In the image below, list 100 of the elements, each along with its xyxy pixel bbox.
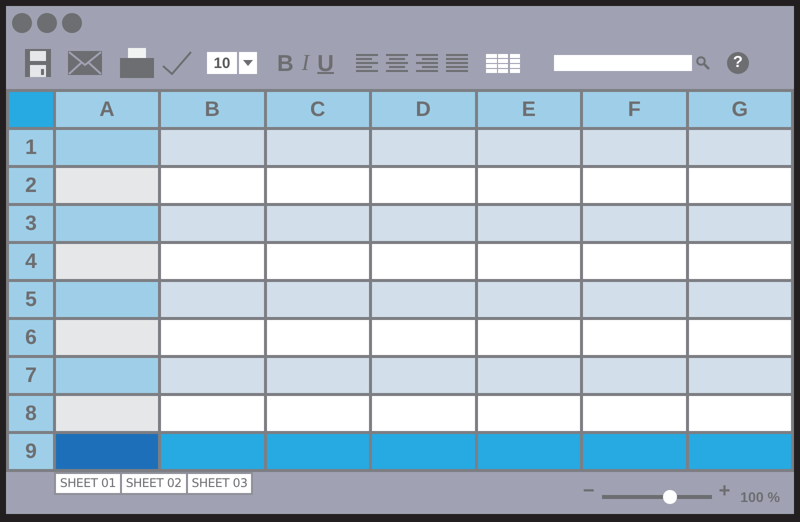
- table-cell[interactable]: [372, 396, 474, 431]
- table-cell[interactable]: [688, 168, 791, 203]
- table-cell[interactable]: [56, 244, 158, 279]
- table-cell[interactable]: [688, 244, 791, 279]
- table-cell[interactable]: [161, 320, 264, 355]
- table-cell[interactable]: [688, 206, 791, 241]
- row-header[interactable]: 8: [9, 396, 53, 431]
- table-cell[interactable]: [583, 130, 686, 165]
- table-cell[interactable]: [372, 282, 474, 317]
- table-cell[interactable]: [372, 320, 474, 355]
- row-header[interactable]: 3: [9, 206, 53, 241]
- table-cell[interactable]: [161, 206, 264, 241]
- table-cell[interactable]: [56, 282, 158, 317]
- italic-button[interactable]: I: [300, 50, 312, 76]
- table-cell[interactable]: [583, 282, 686, 317]
- table-cell[interactable]: [583, 358, 686, 393]
- table-cell[interactable]: [161, 282, 264, 317]
- table-cell[interactable]: [372, 206, 474, 241]
- table-cell[interactable]: [583, 244, 686, 279]
- mail-icon[interactable]: [68, 51, 102, 75]
- table-cell[interactable]: [478, 168, 580, 203]
- table-cell[interactable]: [372, 358, 474, 393]
- table-cell[interactable]: [161, 244, 264, 279]
- sheet-tab[interactable]: SHEET 02: [122, 474, 186, 493]
- table-cell[interactable]: [161, 358, 264, 393]
- table-cell[interactable]: [266, 206, 369, 241]
- table-cell[interactable]: [478, 434, 580, 469]
- table-cell[interactable]: [583, 206, 686, 241]
- window-control[interactable]: [62, 12, 82, 32]
- table-cell[interactable]: [56, 434, 158, 469]
- table-cell[interactable]: [161, 168, 264, 203]
- column-header[interactable]: C: [266, 92, 369, 127]
- help-button[interactable]: ?: [726, 52, 749, 74]
- table-cell[interactable]: [161, 396, 264, 431]
- align-center-icon[interactable]: [386, 54, 408, 72]
- table-cell[interactable]: [583, 320, 686, 355]
- table-cell[interactable]: [372, 130, 474, 165]
- table-cell[interactable]: [372, 244, 474, 279]
- search-icon[interactable]: [696, 56, 710, 70]
- table-cell[interactable]: [583, 434, 686, 469]
- table-cell[interactable]: [161, 130, 264, 165]
- checkmark-icon[interactable]: [162, 51, 192, 75]
- table-cell[interactable]: [583, 168, 686, 203]
- row-header[interactable]: 9: [9, 434, 53, 469]
- table-cell[interactable]: [478, 130, 580, 165]
- table-cell[interactable]: [161, 434, 264, 469]
- column-header[interactable]: E: [478, 92, 580, 127]
- table-cell[interactable]: [478, 396, 580, 431]
- table-cell[interactable]: [478, 358, 580, 393]
- row-header[interactable]: 5: [9, 282, 53, 317]
- table-cell[interactable]: [478, 282, 580, 317]
- table-cell[interactable]: [56, 130, 158, 165]
- row-header[interactable]: 1: [9, 130, 53, 165]
- bold-button[interactable]: B: [275, 50, 296, 76]
- table-cell[interactable]: [266, 434, 369, 469]
- column-header[interactable]: G: [688, 92, 791, 127]
- sheet-tab[interactable]: SHEET 01: [56, 474, 120, 493]
- row-header[interactable]: 6: [9, 320, 53, 355]
- table-cell[interactable]: [56, 320, 158, 355]
- table-cell[interactable]: [478, 244, 580, 279]
- table-cell[interactable]: [56, 396, 158, 431]
- table-cell[interactable]: [266, 320, 369, 355]
- table-cell[interactable]: [56, 168, 158, 203]
- table-icon[interactable]: [486, 54, 520, 72]
- printer-icon[interactable]: [120, 48, 154, 78]
- align-right-icon[interactable]: [416, 54, 438, 72]
- table-cell[interactable]: [478, 320, 580, 355]
- font-size-field[interactable]: 10: [207, 52, 237, 74]
- table-cell[interactable]: [266, 244, 369, 279]
- table-cell[interactable]: [688, 358, 791, 393]
- table-cell[interactable]: [688, 434, 791, 469]
- row-header[interactable]: 2: [9, 168, 53, 203]
- sheet-tab[interactable]: SHEET 03: [188, 474, 252, 493]
- justify-icon[interactable]: [446, 54, 468, 72]
- window-control[interactable]: [12, 12, 32, 32]
- zoom-in-button[interactable]: +: [718, 481, 730, 501]
- dropdown-button[interactable]: [239, 52, 257, 74]
- table-cell[interactable]: [56, 206, 158, 241]
- align-left-icon[interactable]: [356, 54, 378, 72]
- table-cell[interactable]: [266, 358, 369, 393]
- table-cell[interactable]: [266, 130, 369, 165]
- underline-button[interactable]: U: [315, 50, 336, 76]
- zoom-out-button[interactable]: −: [582, 481, 595, 501]
- select-all-corner[interactable]: [9, 92, 53, 127]
- slider-thumb[interactable]: [662, 490, 677, 504]
- table-cell[interactable]: [56, 358, 158, 393]
- row-header[interactable]: 7: [9, 358, 53, 393]
- window-control[interactable]: [37, 12, 57, 32]
- table-cell[interactable]: [372, 434, 474, 469]
- column-header[interactable]: D: [372, 92, 474, 127]
- table-cell[interactable]: [478, 206, 580, 241]
- table-cell[interactable]: [266, 282, 369, 317]
- save-icon[interactable]: [25, 49, 51, 77]
- row-header[interactable]: 4: [9, 244, 53, 279]
- table-cell[interactable]: [688, 396, 791, 431]
- table-cell[interactable]: [266, 168, 369, 203]
- search-field[interactable]: [554, 55, 692, 71]
- column-header[interactable]: B: [161, 92, 264, 127]
- table-cell[interactable]: [688, 130, 791, 165]
- table-cell[interactable]: [372, 168, 474, 203]
